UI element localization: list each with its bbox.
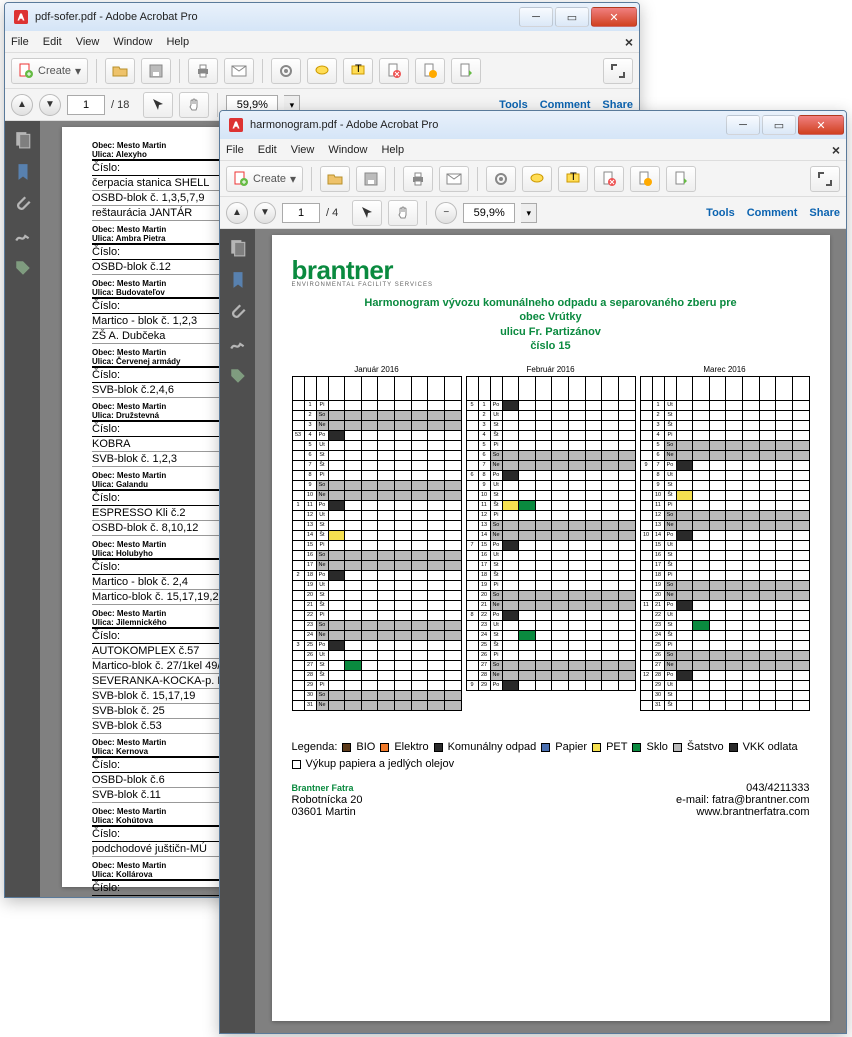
signatures-icon[interactable] <box>229 335 247 353</box>
brantner-slogan: ENVIRONMENTAL FACILITY SERVICES <box>292 282 810 288</box>
expand-icon[interactable] <box>603 58 633 84</box>
save-button[interactable] <box>141 58 171 84</box>
calendars: Január 20161Pi2So3Ne534Po5Ut6St7Št8Pi9So… <box>292 365 810 711</box>
menubar: File Edit View Window Help × <box>5 31 639 53</box>
select-tool-icon[interactable] <box>143 92 173 118</box>
maximize-button[interactable]: ▭ <box>762 115 796 135</box>
doc-title: Harmonogram vývozu komunálneho odpadu a … <box>292 296 810 353</box>
signatures-icon[interactable] <box>14 227 32 245</box>
acrobat-window-2: harmonogram.pdf - Adobe Acrobat Pro ─ ▭ … <box>219 110 847 1034</box>
create-button[interactable]: Create ▾ <box>226 166 303 192</box>
menu-help[interactable]: Help <box>166 36 189 48</box>
comment-link[interactable]: Comment <box>540 99 591 111</box>
expand-icon[interactable] <box>810 166 840 192</box>
create-button[interactable]: Create ▾ <box>11 58 88 84</box>
menu-file[interactable]: File <box>226 144 244 156</box>
select-tool-icon[interactable] <box>352 200 382 226</box>
next-page-button[interactable]: ▼ <box>254 202 276 224</box>
comment-icon[interactable] <box>307 58 337 84</box>
minimize-button[interactable]: ─ <box>519 7 553 27</box>
email-button[interactable] <box>439 166 469 192</box>
menu-edit[interactable]: Edit <box>43 36 62 48</box>
share-link[interactable]: Share <box>809 207 840 219</box>
tags-icon[interactable] <box>14 259 32 277</box>
doc-arrow-icon[interactable] <box>666 166 696 192</box>
menu-view[interactable]: View <box>291 144 315 156</box>
page-input[interactable] <box>282 203 320 223</box>
window-title: harmonogram.pdf - Adobe Acrobat Pro <box>250 119 726 131</box>
zoom-dropdown[interactable]: ▾ <box>521 203 537 223</box>
hand-tool-icon[interactable] <box>179 92 209 118</box>
attachments-icon[interactable] <box>14 195 32 213</box>
attachments-icon[interactable] <box>229 303 247 321</box>
prev-page-button[interactable]: ▲ <box>226 202 248 224</box>
menubar: File Edit View Window Help × <box>220 139 846 161</box>
comment-link[interactable]: Comment <box>747 207 798 219</box>
bookmarks-icon[interactable] <box>229 271 247 289</box>
hand-tool-icon[interactable] <box>388 200 418 226</box>
tags-icon[interactable] <box>229 367 247 385</box>
menu-window[interactable]: Window <box>113 36 152 48</box>
document-area[interactable]: brantner ENVIRONMENTAL FACILITY SERVICES… <box>255 229 846 1033</box>
minimize-button[interactable]: ─ <box>726 115 760 135</box>
svg-text:T: T <box>355 63 362 75</box>
menu-file[interactable]: File <box>11 36 29 48</box>
menu-view[interactable]: View <box>76 36 100 48</box>
thumbnails-icon[interactable] <box>229 239 247 257</box>
nav-sidebar <box>220 229 255 1033</box>
bookmarks-icon[interactable] <box>14 163 32 181</box>
menu-window[interactable]: Window <box>328 144 367 156</box>
page-total: / 18 <box>111 99 129 111</box>
doc-close-icon[interactable]: × <box>832 142 840 158</box>
close-button[interactable]: ✕ <box>591 7 637 27</box>
prev-page-button[interactable]: ▲ <box>11 94 33 116</box>
app-icon <box>13 9 29 25</box>
titlebar[interactable]: pdf-sofer.pdf - Adobe Acrobat Pro ─ ▭ ✕ <box>5 3 639 31</box>
toolbar-nav: ▲ ▼ / 4 − ▾ Tools Comment Share <box>220 197 846 229</box>
page-input[interactable] <box>67 95 105 115</box>
next-page-button[interactable]: ▼ <box>39 94 61 116</box>
thumbnails-icon[interactable] <box>14 131 32 149</box>
maximize-button[interactable]: ▭ <box>555 7 589 27</box>
pdf-page: brantner ENVIRONMENTAL FACILITY SERVICES… <box>272 235 830 1021</box>
titlebar[interactable]: harmonogram.pdf - Adobe Acrobat Pro ─ ▭ … <box>220 111 846 139</box>
share-link[interactable]: Share <box>602 99 633 111</box>
save-button[interactable] <box>356 166 386 192</box>
doc-x-icon[interactable] <box>379 58 409 84</box>
zoom-input[interactable] <box>463 203 515 223</box>
menu-help[interactable]: Help <box>381 144 404 156</box>
doc-x-icon[interactable] <box>594 166 624 192</box>
tools-link[interactable]: Tools <box>499 99 528 111</box>
gear-icon[interactable] <box>271 58 301 84</box>
open-button[interactable] <box>320 166 350 192</box>
doc-arrow-icon[interactable] <box>451 58 481 84</box>
menu-edit[interactable]: Edit <box>258 144 277 156</box>
print-button[interactable] <box>403 166 433 192</box>
doc-close-icon[interactable]: × <box>625 34 633 50</box>
tools-link[interactable]: Tools <box>706 207 735 219</box>
doc-check-icon[interactable] <box>630 166 660 192</box>
close-button[interactable]: ✕ <box>798 115 844 135</box>
gear-icon[interactable] <box>486 166 516 192</box>
nav-sidebar <box>5 121 40 897</box>
print-button[interactable] <box>188 58 218 84</box>
legend: Legenda:BIOElektroKomunálny odpadPapierP… <box>292 741 810 770</box>
textbox-icon[interactable]: T <box>558 166 588 192</box>
toolbar-main: Create ▾ T <box>220 161 846 197</box>
open-button[interactable] <box>105 58 135 84</box>
app-icon <box>228 117 244 133</box>
zoom-out-button[interactable]: − <box>435 202 457 224</box>
doc-check-icon[interactable] <box>415 58 445 84</box>
footer: Brantner Fatra Robotnícka 20 03601 Marti… <box>292 782 810 818</box>
svg-text:T: T <box>570 171 577 183</box>
email-button[interactable] <box>224 58 254 84</box>
page-total: / 4 <box>326 207 338 219</box>
window-title: pdf-sofer.pdf - Adobe Acrobat Pro <box>35 11 519 23</box>
comment-icon[interactable] <box>522 166 552 192</box>
toolbar-main: Create ▾ T <box>5 53 639 89</box>
textbox-icon[interactable]: T <box>343 58 373 84</box>
